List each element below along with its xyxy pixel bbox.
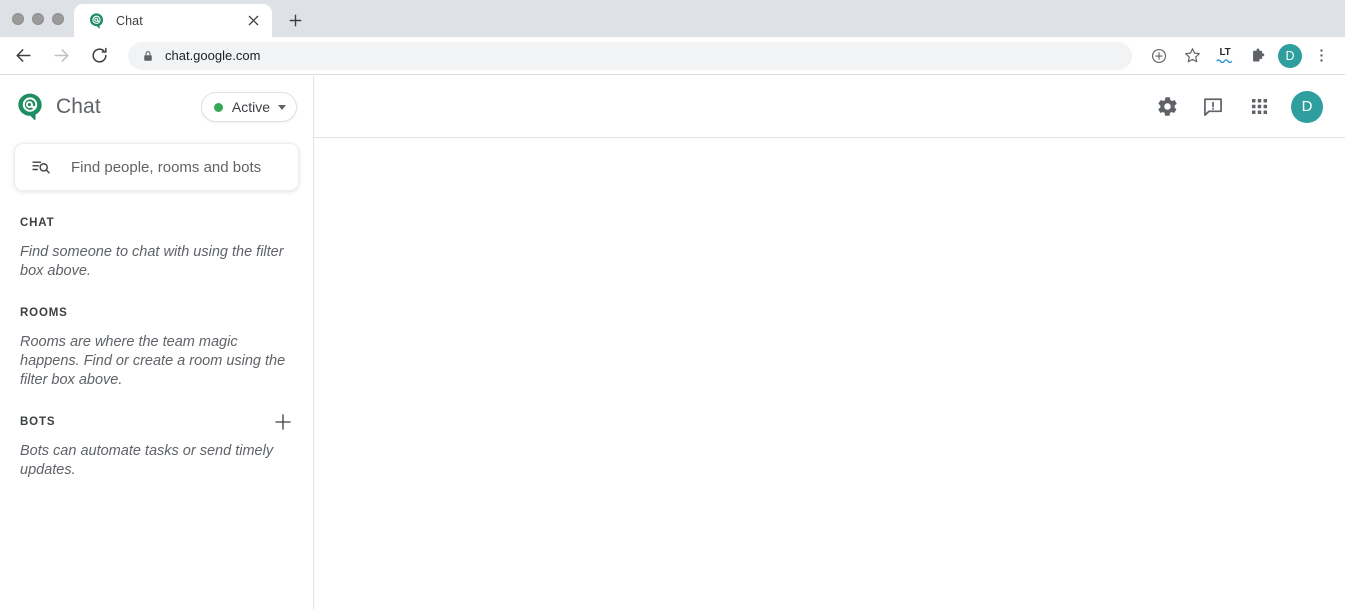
tab-close-icon[interactable] bbox=[244, 12, 262, 30]
window-close-button[interactable] bbox=[12, 13, 24, 25]
main-empty-canvas bbox=[314, 138, 1345, 608]
account-avatar[interactable]: D bbox=[1291, 90, 1323, 123]
reload-button[interactable] bbox=[84, 41, 114, 71]
languagetool-extension-icon[interactable]: LT bbox=[1211, 42, 1239, 70]
chevron-down-icon bbox=[278, 104, 286, 110]
chat-sidebar: Chat Active Find people, rooms and bots bbox=[0, 76, 314, 609]
sidebar-section-chat: CHAT Find someone to chat with using the… bbox=[20, 215, 295, 281]
filter-search-icon bbox=[31, 157, 51, 177]
browser-window: Chat chat.google.com LT D Chat Active Fi… bbox=[0, 0, 1345, 609]
chrome-menu-icon[interactable] bbox=[1307, 42, 1335, 70]
add-bot-plus-icon[interactable] bbox=[271, 410, 295, 434]
extensions-puzzle-icon[interactable] bbox=[1244, 42, 1272, 70]
window-maximize-button[interactable] bbox=[52, 13, 64, 25]
settings-gear-icon[interactable] bbox=[1147, 87, 1187, 127]
section-body-chat: Find someone to chat with using the filt… bbox=[20, 244, 284, 279]
back-button[interactable] bbox=[8, 41, 38, 71]
search-input[interactable]: Find people, rooms and bots bbox=[14, 143, 299, 191]
status-dropdown[interactable]: Active bbox=[200, 92, 297, 122]
lock-icon bbox=[142, 50, 154, 62]
section-body-bots: Bots can automate tasks or send timely u… bbox=[20, 443, 274, 478]
main-header-toolbar: D bbox=[314, 76, 1345, 138]
section-title-bots: BOTS bbox=[20, 416, 56, 428]
sidebar-section-rooms: ROOMS Rooms are where the team magic hap… bbox=[20, 305, 295, 390]
address-bar-url: chat.google.com bbox=[165, 48, 261, 63]
sidebar-brand-row: Chat Active bbox=[0, 76, 313, 138]
google-apps-grid-icon[interactable] bbox=[1239, 87, 1279, 127]
status-label: Active bbox=[231, 99, 270, 115]
google-chat-logo-icon bbox=[16, 92, 44, 122]
window-minimize-button[interactable] bbox=[32, 13, 44, 25]
tab-title: Chat bbox=[116, 13, 143, 28]
forward-button[interactable] bbox=[46, 41, 76, 71]
address-bar[interactable]: chat.google.com bbox=[128, 41, 1132, 70]
section-header-rooms: ROOMS bbox=[20, 305, 295, 321]
languagetool-label: LT bbox=[1219, 47, 1231, 58]
page-content: Chat Active Find people, rooms and bots bbox=[0, 76, 1345, 609]
status-active-dot-icon bbox=[213, 102, 223, 112]
main-content-area: D bbox=[314, 76, 1345, 609]
google-chat-favicon-icon bbox=[88, 12, 105, 29]
sidebar-section-bots: BOTS Bots can automate tasks or send tim… bbox=[20, 414, 295, 480]
section-title-chat: CHAT bbox=[20, 217, 55, 229]
chrome-profile-avatar[interactable]: D bbox=[1278, 43, 1302, 68]
search-placeholder-text: Find people, rooms and bots bbox=[71, 158, 262, 176]
bookmark-star-icon[interactable] bbox=[1178, 42, 1206, 70]
section-header-chat: CHAT bbox=[20, 215, 295, 231]
section-header-bots: BOTS bbox=[20, 414, 295, 430]
browser-tab[interactable]: Chat bbox=[74, 4, 272, 37]
section-title-rooms: ROOMS bbox=[20, 307, 68, 319]
share-icon[interactable] bbox=[1145, 42, 1173, 70]
feedback-icon[interactable] bbox=[1193, 87, 1233, 127]
section-body-rooms: Rooms are where the team magic happens. … bbox=[20, 334, 286, 388]
tab-strip: Chat bbox=[0, 0, 1345, 37]
sidebar-sections: CHAT Find someone to chat with using the… bbox=[0, 215, 313, 480]
window-controls bbox=[0, 13, 74, 37]
app-title: Chat bbox=[56, 95, 101, 118]
browser-toolbar: chat.google.com LT D bbox=[0, 37, 1345, 75]
new-tab-button[interactable] bbox=[281, 6, 309, 34]
